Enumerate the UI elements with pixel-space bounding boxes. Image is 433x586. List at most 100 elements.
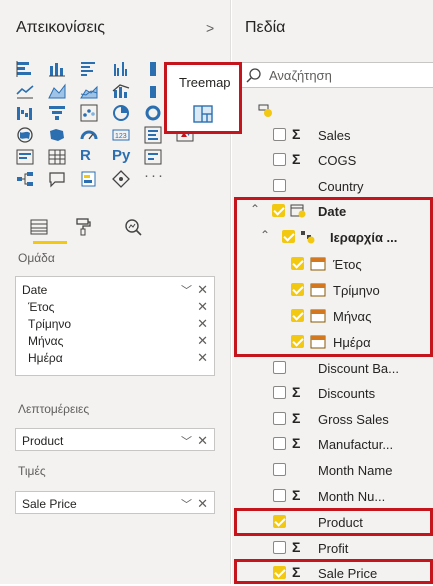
- checkbox[interactable]: [273, 489, 286, 502]
- search-icon: [246, 68, 261, 83]
- remove-icon[interactable]: ✕: [197, 350, 208, 366]
- checkbox[interactable]: [273, 128, 286, 141]
- chevron-down-icon[interactable]: ﹀: [181, 282, 192, 298]
- remove-icon[interactable]: ✕: [197, 282, 208, 298]
- checkbox[interactable]: [273, 437, 286, 450]
- field-gross-sales[interactable]: Σ Gross Sales: [232, 407, 433, 432]
- fields-search-box[interactable]: Αναζήτηση: [240, 62, 433, 88]
- multi-row-card-icon[interactable]: [144, 126, 162, 144]
- build-visual-fields-icon[interactable]: [30, 218, 48, 236]
- checkbox[interactable]: [273, 386, 286, 399]
- table-icon: [258, 104, 272, 117]
- sigma-icon: Σ: [292, 410, 301, 426]
- decomposition-tree-icon[interactable]: [16, 170, 34, 188]
- sigma-icon: Σ: [292, 151, 301, 167]
- field-name: Discount Ba...: [318, 361, 399, 376]
- table-icon[interactable]: [48, 148, 66, 166]
- ribbon-chart-icon[interactable]: [144, 82, 156, 100]
- card-icon[interactable]: 123: [112, 126, 130, 144]
- values-well[interactable]: Sale Price ﹀ ✕: [15, 491, 215, 514]
- qa-visual-icon[interactable]: [48, 170, 66, 188]
- tooltip-label: Treemap: [179, 75, 231, 90]
- more-visuals-icon[interactable]: ···: [144, 167, 165, 184]
- well-field-sale-price[interactable]: Sale Price ﹀ ✕: [16, 495, 214, 512]
- highlight-product: [234, 508, 433, 536]
- details-well[interactable]: Product ﹀ ✕: [15, 428, 215, 451]
- treemap-icon[interactable]: [193, 105, 213, 123]
- details-well-label: Λεπτομέρειες: [18, 402, 90, 416]
- field-manufacturing-price[interactable]: Σ Manufactur...: [232, 432, 433, 457]
- scatter-chart-icon[interactable]: [80, 104, 98, 122]
- remove-icon[interactable]: ✕: [197, 433, 208, 449]
- field-name: Month Name: [318, 463, 393, 478]
- field-name: Country: [318, 179, 364, 194]
- slicer-icon[interactable]: [16, 148, 34, 166]
- field-name: Profit: [318, 541, 349, 556]
- well-field-year[interactable]: Έτος ✕: [16, 298, 214, 315]
- pie-chart-icon[interactable]: [112, 104, 130, 122]
- field-discounts[interactable]: Σ Discounts: [232, 381, 433, 406]
- chevron-down-icon[interactable]: ﹀: [181, 433, 192, 449]
- stacked-bar-chart-icon[interactable]: [16, 60, 34, 78]
- area-chart-icon[interactable]: [48, 82, 66, 100]
- field-name: Sales: [318, 128, 351, 143]
- field-name: Manufactur...: [318, 437, 394, 452]
- donut-chart-icon[interactable]: [144, 104, 162, 122]
- group-well-label: Ομάδα: [18, 251, 55, 265]
- field-sales[interactable]: Σ Sales: [232, 123, 433, 148]
- filled-map-icon[interactable]: [48, 126, 66, 144]
- well-field-day[interactable]: Ημέρα ✕: [16, 349, 214, 366]
- bar-chart-100-icon[interactable]: [144, 60, 156, 78]
- field-profit[interactable]: Σ Profit: [232, 536, 433, 561]
- stacked-column-chart-icon[interactable]: [48, 60, 66, 78]
- well-field-month[interactable]: Μήνας ✕: [16, 332, 214, 349]
- format-paint-roller-icon[interactable]: [74, 218, 92, 236]
- collapse-pane-chevron[interactable]: >: [206, 20, 214, 36]
- paginated-report-icon[interactable]: [112, 170, 130, 188]
- well-field-product[interactable]: Product ﹀ ✕: [16, 432, 214, 449]
- clustered-column-chart-icon[interactable]: [112, 60, 130, 78]
- smart-narrative-icon[interactable]: [80, 170, 98, 188]
- waterfall-chart-icon[interactable]: [16, 104, 34, 122]
- well-field-date[interactable]: Date ﹀ ✕: [16, 281, 214, 298]
- r-script-visual-icon[interactable]: R: [80, 147, 91, 164]
- field-name: Month Nu...: [318, 489, 386, 504]
- visualizations-title: Απεικονίσεις: [16, 19, 105, 36]
- key-influencers-icon[interactable]: [144, 148, 162, 166]
- field-discount-band[interactable]: Discount Ba...: [232, 356, 433, 381]
- checkbox[interactable]: [273, 412, 286, 425]
- field-month-name[interactable]: Month Name: [232, 458, 433, 483]
- remove-icon[interactable]: ✕: [197, 299, 208, 315]
- checkbox[interactable]: [273, 541, 286, 554]
- gauge-icon[interactable]: [80, 126, 98, 144]
- checkbox[interactable]: [273, 153, 286, 166]
- line-chart-icon[interactable]: [16, 82, 34, 100]
- checkbox[interactable]: [273, 361, 286, 374]
- python-visual-icon[interactable]: Py: [112, 147, 130, 164]
- field-cogs[interactable]: Σ COGS: [232, 148, 433, 173]
- highlight-sale-price: [234, 559, 433, 584]
- treemap-tooltip: Treemap: [164, 62, 242, 134]
- sigma-icon: Σ: [292, 435, 301, 451]
- remove-icon[interactable]: ✕: [197, 496, 208, 512]
- clustered-bar-chart-icon[interactable]: [80, 60, 98, 78]
- map-icon[interactable]: [16, 126, 34, 144]
- checkbox[interactable]: [273, 463, 286, 476]
- field-name: COGS: [318, 153, 357, 168]
- sigma-icon: Σ: [292, 384, 301, 400]
- group-well[interactable]: Date ﹀ ✕ Έτος ✕ Τρίμηνο ✕ Μήνας ✕ Ημέρα …: [15, 276, 215, 376]
- remove-icon[interactable]: ✕: [197, 333, 208, 349]
- field-country[interactable]: Country: [232, 174, 433, 199]
- chevron-down-icon[interactable]: ﹀: [181, 496, 192, 512]
- line-and-column-chart-icon[interactable]: [112, 82, 130, 100]
- highlight-date-hierarchy: [234, 197, 433, 357]
- field-month-number[interactable]: Σ Month Nu...: [232, 484, 433, 509]
- checkbox[interactable]: [273, 179, 286, 192]
- remove-icon[interactable]: ✕: [197, 316, 208, 332]
- analytics-magnifier-icon[interactable]: [124, 218, 142, 236]
- well-field-quarter[interactable]: Τρίμηνο ✕: [16, 315, 214, 332]
- sigma-icon: Σ: [292, 126, 301, 142]
- active-tab-underline: [33, 241, 67, 244]
- funnel-chart-icon[interactable]: [48, 104, 66, 122]
- stacked-area-chart-icon[interactable]: [80, 82, 98, 100]
